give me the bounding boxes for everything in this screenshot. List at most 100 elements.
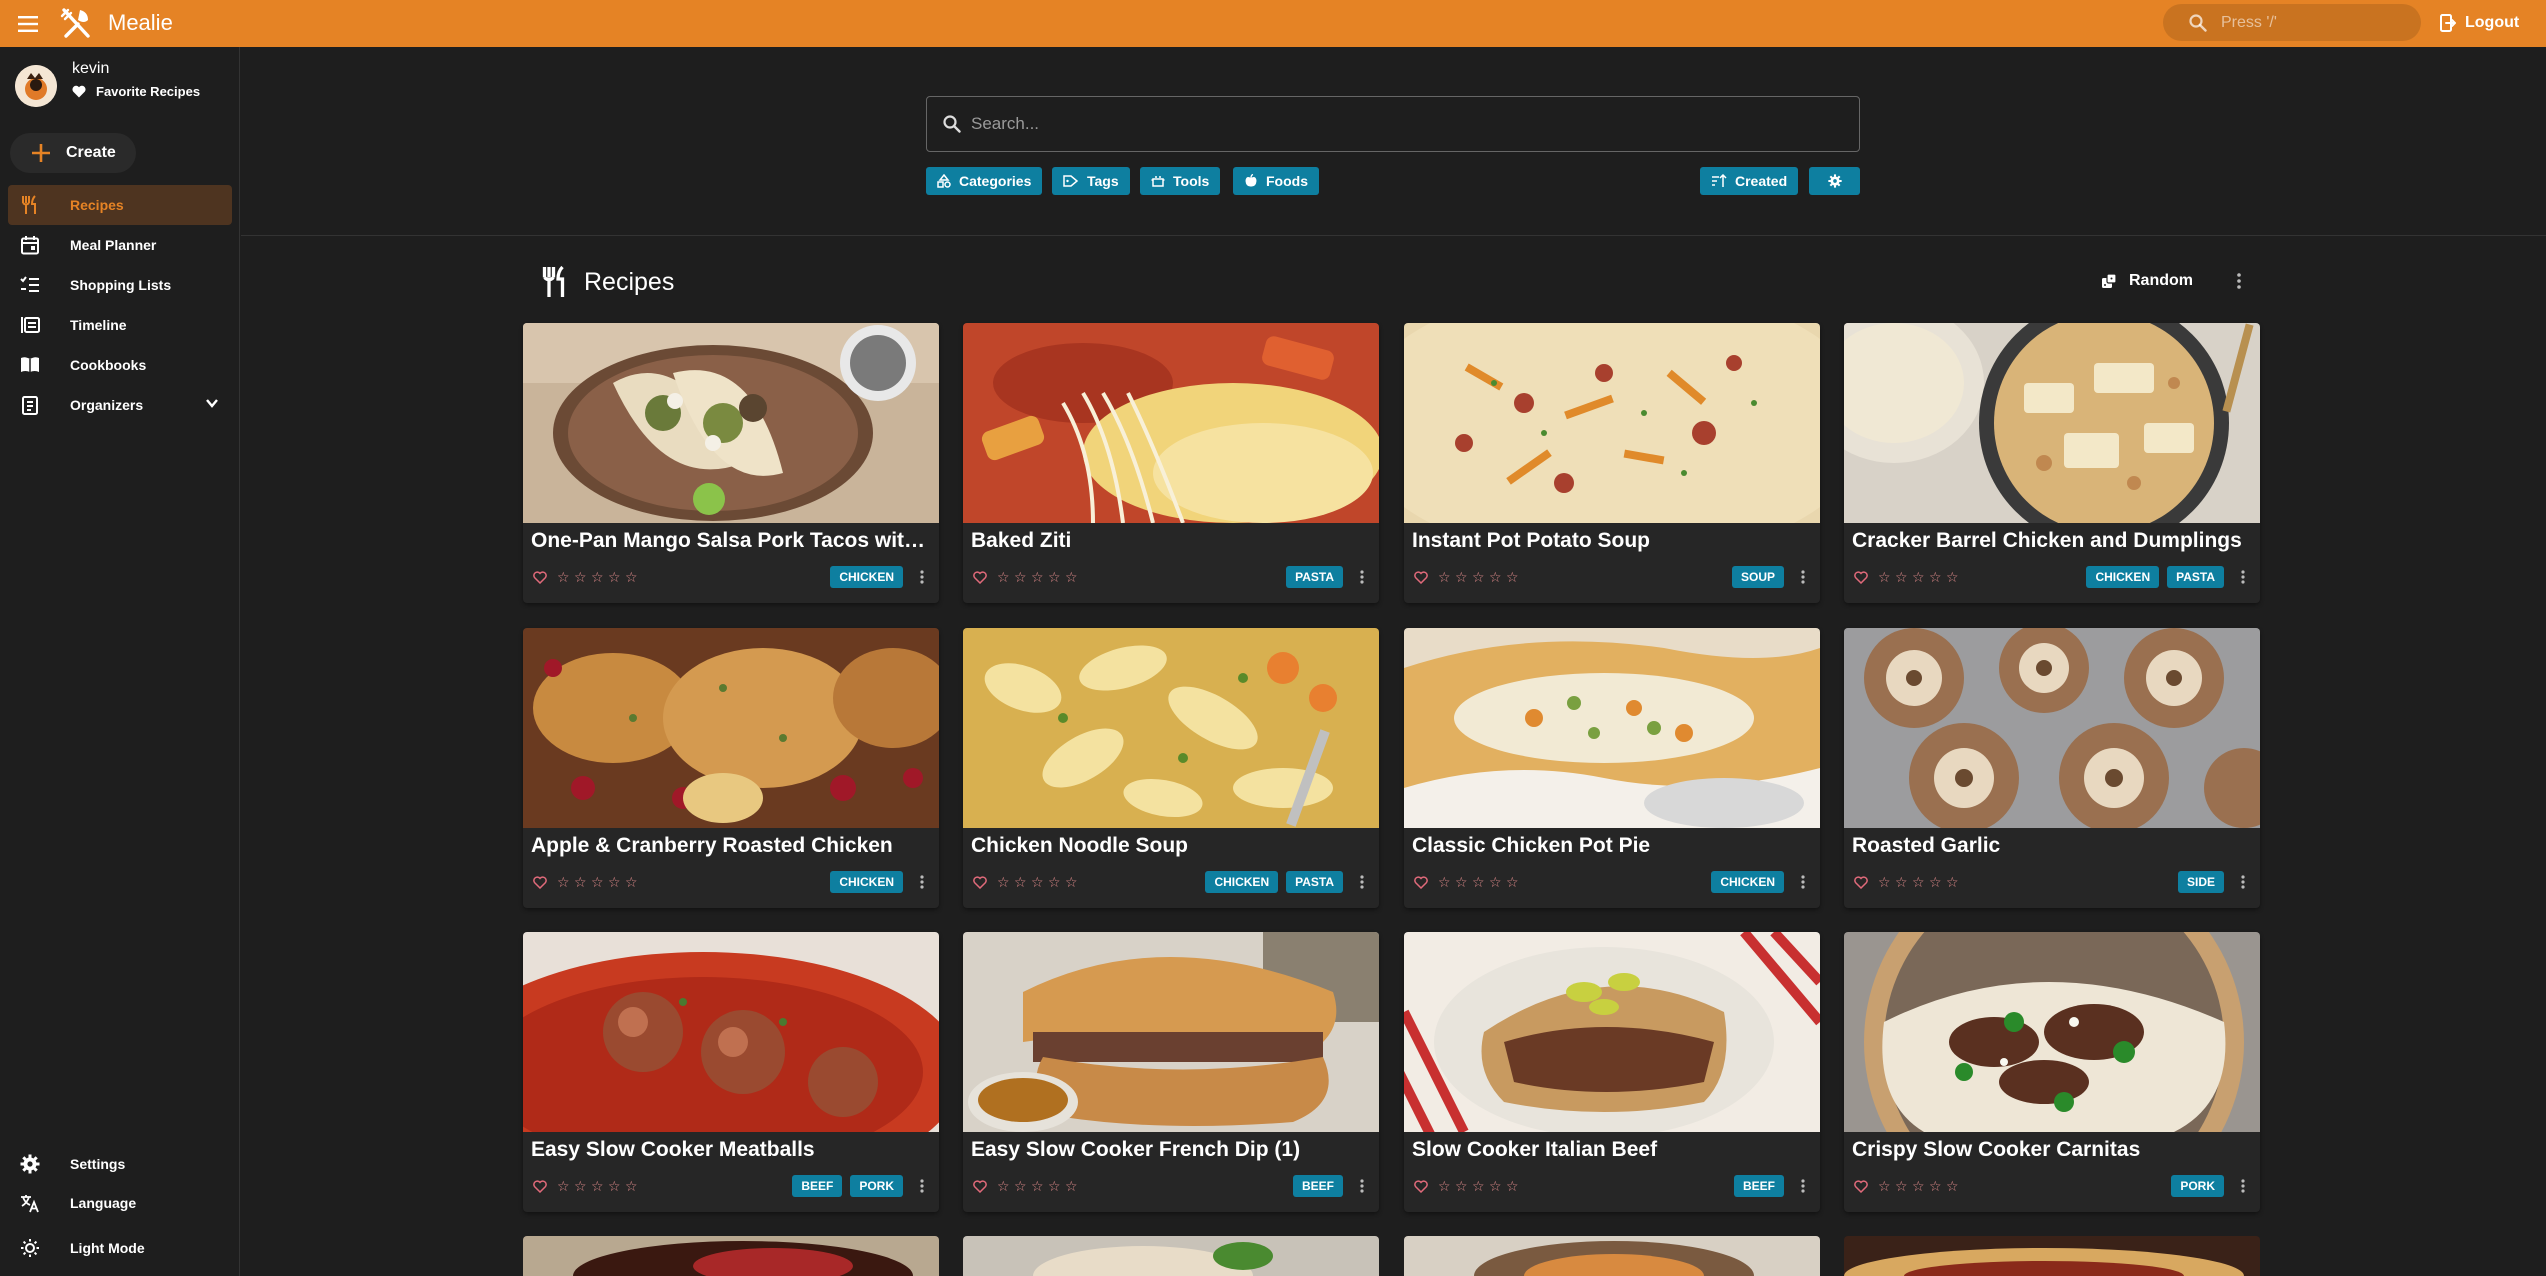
- logout-button[interactable]: Logout: [2430, 4, 2529, 41]
- tag-chip[interactable]: CHICKEN: [1205, 871, 1279, 893]
- sidebar-item-recipes[interactable]: Recipes: [8, 185, 232, 225]
- filter-settings-button[interactable]: [1809, 167, 1860, 195]
- recipe-title[interactable]: Chicken Noodle Soup: [971, 834, 1371, 858]
- heart-outline-icon[interactable]: [971, 873, 989, 891]
- tag-chip[interactable]: PASTA: [1286, 871, 1343, 893]
- recipe-menu-button[interactable]: [1794, 870, 1812, 894]
- recipe-title[interactable]: Baked Ziti: [971, 529, 1371, 553]
- star-rating[interactable]: ☆ ☆ ☆ ☆ ☆: [997, 1178, 1079, 1195]
- sidebar-item-light-mode[interactable]: Light Mode: [8, 1228, 232, 1268]
- recipe-card[interactable]: Apple & Cranberry Roasted Chicken ☆ ☆ ☆ ☆ ☆ …: [523, 628, 939, 908]
- recipe-title[interactable]: Apple & Cranberry Roasted Chicken: [531, 834, 931, 858]
- recipe-title[interactable]: One-Pan Mango Salsa Pork Tacos with Cil.…: [531, 529, 931, 553]
- heart-outline-icon[interactable]: [1412, 873, 1430, 891]
- recipe-title[interactable]: Cracker Barrel Chicken and Dumplings: [1852, 529, 2252, 553]
- heart-outline-icon[interactable]: [1852, 873, 1870, 891]
- tag-chip[interactable]: CHICKEN: [830, 871, 903, 893]
- avatar[interactable]: [15, 65, 57, 107]
- sidebar-item-settings[interactable]: Settings: [8, 1144, 232, 1184]
- star-rating[interactable]: ☆ ☆ ☆ ☆ ☆: [997, 874, 1079, 891]
- tools-filter-button[interactable]: Tools: [1140, 167, 1221, 195]
- recipe-card[interactable]: Crispy Slow Cooker Carnitas ☆ ☆ ☆ ☆ ☆ PORK: [1844, 932, 2260, 1212]
- mealie-logo-icon[interactable]: [58, 6, 94, 42]
- recipe-menu-button[interactable]: [1794, 565, 1812, 589]
- recipe-title[interactable]: Roasted Garlic: [1852, 834, 2252, 858]
- app-title[interactable]: Mealie: [108, 10, 173, 36]
- recipe-menu-button[interactable]: [1353, 565, 1371, 589]
- star-rating[interactable]: ☆ ☆ ☆ ☆ ☆: [1438, 569, 1520, 586]
- recipe-menu-button[interactable]: [913, 565, 931, 589]
- recipe-card[interactable]: Instant Pot Potato Soup ☆ ☆ ☆ ☆ ☆ SOUP: [1404, 323, 1820, 603]
- tag-chip[interactable]: BEEF: [1733, 1175, 1784, 1197]
- recipe-card[interactable]: Easy Slow Cooker French Dip (1) ☆ ☆ ☆ ☆ ☆ BE…: [963, 932, 1379, 1212]
- foods-filter-button[interactable]: Foods: [1233, 167, 1319, 195]
- recipe-card-partial[interactable]: [1844, 1236, 2260, 1276]
- star-rating[interactable]: ☆ ☆ ☆ ☆ ☆: [557, 874, 639, 891]
- tag-chip[interactable]: BEEF: [792, 1175, 843, 1197]
- recipe-card[interactable]: Roasted Garlic ☆ ☆ ☆ ☆ ☆ SIDE: [1844, 628, 2260, 908]
- recipe-menu-button[interactable]: [1794, 1174, 1812, 1198]
- sidebar-item-timeline[interactable]: Timeline: [8, 305, 232, 345]
- favorite-recipes-link[interactable]: Favorite Recipes: [72, 84, 200, 99]
- recipe-card-partial[interactable]: [963, 1236, 1379, 1276]
- tag-chip[interactable]: CHICKEN: [830, 566, 903, 588]
- recipe-menu-button[interactable]: [913, 870, 931, 894]
- star-rating[interactable]: ☆ ☆ ☆ ☆ ☆: [1878, 1178, 1960, 1195]
- recipe-card[interactable]: Easy Slow Cooker Meatballs ☆ ☆ ☆ ☆ ☆ BEEF POR…: [523, 932, 939, 1212]
- recipe-card-partial[interactable]: [523, 1236, 939, 1276]
- star-rating[interactable]: ☆ ☆ ☆ ☆ ☆: [1438, 1178, 1520, 1195]
- star-rating[interactable]: ☆ ☆ ☆ ☆ ☆: [1878, 569, 1960, 586]
- categories-filter-button[interactable]: Categories: [926, 167, 1043, 195]
- star-rating[interactable]: ☆ ☆ ☆ ☆ ☆: [557, 569, 639, 586]
- recipe-card[interactable]: One-Pan Mango Salsa Pork Tacos with Cil.…: [523, 323, 939, 603]
- recipe-card[interactable]: Slow Cooker Italian Beef ☆ ☆ ☆ ☆ ☆ BEEF: [1404, 932, 1820, 1212]
- tag-chip[interactable]: CHICKEN: [1711, 871, 1784, 893]
- heart-outline-icon[interactable]: [531, 568, 549, 586]
- star-rating[interactable]: ☆ ☆ ☆ ☆ ☆: [1438, 874, 1520, 891]
- recipe-card-partial[interactable]: [1404, 1236, 1820, 1276]
- recipe-title[interactable]: Easy Slow Cooker Meatballs: [531, 1138, 931, 1162]
- recipe-title[interactable]: Slow Cooker Italian Beef: [1412, 1138, 1812, 1162]
- recipe-menu-button[interactable]: [1353, 1174, 1371, 1198]
- random-recipe-button[interactable]: Random: [2101, 265, 2193, 297]
- sidebar-item-meal-planner[interactable]: Meal Planner: [8, 225, 232, 265]
- tag-chip[interactable]: BEEF: [1292, 1175, 1343, 1197]
- recipe-title[interactable]: Crispy Slow Cooker Carnitas: [1852, 1138, 2252, 1162]
- recipe-title[interactable]: Instant Pot Potato Soup: [1412, 529, 1812, 553]
- heart-outline-icon[interactable]: [971, 1177, 989, 1195]
- heart-outline-icon[interactable]: [971, 568, 989, 586]
- tag-chip[interactable]: SOUP: [1731, 566, 1784, 588]
- sidebar-item-language[interactable]: Language: [8, 1183, 232, 1223]
- tags-filter-button[interactable]: Tags: [1052, 167, 1130, 195]
- tag-chip[interactable]: CHICKEN: [2086, 566, 2160, 588]
- sort-button[interactable]: Created: [1700, 167, 1799, 195]
- sidebar-item-shopping-lists[interactable]: Shopping Lists: [8, 265, 232, 305]
- recipe-search-input[interactable]: Search...: [926, 96, 1860, 152]
- tag-chip[interactable]: PORK: [2171, 1175, 2224, 1197]
- recipe-card[interactable]: Classic Chicken Pot Pie ☆ ☆ ☆ ☆ ☆ CHICKEN: [1404, 628, 1820, 908]
- heart-outline-icon[interactable]: [531, 1177, 549, 1195]
- recipe-card[interactable]: Cracker Barrel Chicken and Dumplings ☆ ☆ ☆…: [1844, 323, 2260, 603]
- hamburger-menu-button[interactable]: [14, 10, 41, 37]
- recipe-menu-button[interactable]: [2234, 870, 2252, 894]
- create-button[interactable]: Create: [10, 133, 136, 173]
- recipe-card[interactable]: Baked Ziti ☆ ☆ ☆ ☆ ☆ PASTA: [963, 323, 1379, 603]
- recipe-title[interactable]: Easy Slow Cooker French Dip (1): [971, 1138, 1371, 1162]
- heart-outline-icon[interactable]: [1852, 568, 1870, 586]
- tag-chip[interactable]: SIDE: [2177, 871, 2224, 893]
- heart-outline-icon[interactable]: [1412, 1177, 1430, 1195]
- star-rating[interactable]: ☆ ☆ ☆ ☆ ☆: [1878, 874, 1960, 891]
- heart-outline-icon[interactable]: [1412, 568, 1430, 586]
- more-options-button[interactable]: [2223, 265, 2255, 297]
- sidebar-item-cookbooks[interactable]: Cookbooks: [8, 345, 232, 385]
- recipe-menu-button[interactable]: [913, 1174, 931, 1198]
- recipe-card[interactable]: Chicken Noodle Soup ☆ ☆ ☆ ☆ ☆ CHICKEN PASTA: [963, 628, 1379, 908]
- star-rating[interactable]: ☆ ☆ ☆ ☆ ☆: [557, 1178, 639, 1195]
- recipe-menu-button[interactable]: [2234, 1174, 2252, 1198]
- tag-chip[interactable]: PASTA: [2167, 566, 2224, 588]
- recipe-menu-button[interactable]: [1353, 870, 1371, 894]
- global-search-input[interactable]: Press '/': [2163, 4, 2421, 41]
- heart-outline-icon[interactable]: [1852, 1177, 1870, 1195]
- sidebar-item-organizers[interactable]: Organizers: [8, 385, 232, 425]
- recipe-title[interactable]: Classic Chicken Pot Pie: [1412, 834, 1812, 858]
